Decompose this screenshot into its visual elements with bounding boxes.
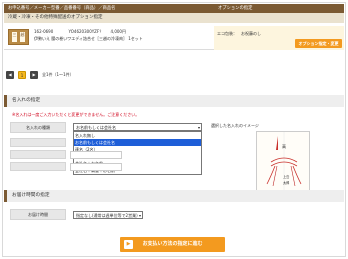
product-row: 三 越 162-0690 YO4620300YZF？ 4,000円 伊勢いえ 腰… <box>4 23 344 50</box>
product-thumbnail[interactable]: 三 越 <box>8 29 29 45</box>
option-cell: エコ包装： お祝藤のし オプション指定・変更 <box>214 26 344 50</box>
next-page-button[interactable]: ▶ <box>30 71 38 79</box>
option-change-button[interactable]: オプション指定・変更 <box>295 39 342 48</box>
product-price: 4,000円 <box>110 29 126 34</box>
arrow-right-icon: ▶ <box>124 240 133 249</box>
thumbnail-mark: 越 <box>20 32 25 42</box>
noshi-name-1: 高 <box>282 143 286 149</box>
proceed-payment-button[interactable]: ▶ お支払い方法の指定に進む <box>120 237 225 252</box>
section-bar <box>4 95 7 107</box>
dropdown-option[interactable]: お名前もしくは会社名 <box>74 139 201 146</box>
name-type-selected: お名前もしくは会社名 <box>76 125 116 130</box>
delivery-section-title: お届け時間の指定 <box>12 193 50 198</box>
thumbnail-mark: 三 <box>12 32 17 42</box>
table-header: お申込番号／メーカー型番／品番番号（商品）／商品名 オプションの指定 <box>4 4 344 13</box>
illustration-label: 選択した名入れのイメージ <box>211 123 259 128</box>
chevron-down-icon: ▾ <box>138 213 141 218</box>
option-text: エコ包装： お祝藤のし <box>217 31 261 36</box>
noshi-name-2: 上島 <box>283 174 290 179</box>
product-name: 伊勢いえ 腰の巻いワエディ詰合せ［三越の冷凍肉］ 1セット <box>34 36 143 41</box>
name-field-label-3 <box>10 162 66 171</box>
name-type-select[interactable]: お名前もしくは会社名 ▾ <box>73 123 202 131</box>
delivery-time-select[interactable]: 指定なし(通常は週単位等で2営業) ▾ <box>73 211 143 219</box>
header-col-option: オプションの指定 <box>218 6 253 11</box>
name-section-header: 名入れの指定 <box>4 95 344 107</box>
prev-page-button[interactable]: ◀ <box>6 71 14 79</box>
name-note: ※名入れは一度ご入力いただくと変更ができません。ご注意ください。 <box>12 112 140 117</box>
product-jan: YO4620300YZF？ <box>68 29 104 34</box>
noshi-preview-image: 高 上島 太郎 <box>256 131 310 193</box>
delivery-time-selected: 指定なし(通常は週単位等で2営業) <box>76 213 138 218</box>
noshi-name-3: 太郎 <box>283 180 289 185</box>
header-col-product: お申込番号／メーカー型番／品番番号（商品）／商品名 <box>8 6 116 11</box>
delivery-section-header: お届け時間の指定 <box>4 190 344 202</box>
name-type-label: 名入れの種類 <box>10 122 66 133</box>
name-field-label-2 <box>10 150 66 159</box>
proceed-payment-label: お支払い方法の指定に進む <box>142 241 203 247</box>
name-section-title: 名入れの指定 <box>12 98 41 103</box>
name-field-label-1 <box>10 138 66 147</box>
dropdown-option[interactable]: 名入れ無し <box>74 132 201 139</box>
page-1-button[interactable]: 1 <box>18 71 26 79</box>
pager-text: 全1件（1～1件） <box>42 72 74 77</box>
product-code: 162-0690 <box>34 29 54 34</box>
section-bar <box>4 190 7 202</box>
name-input-2[interactable] <box>70 151 122 159</box>
category-row: 冷蔵・冷凍・その他特殊配送のオプション指定 <box>4 13 344 23</box>
delivery-time-label: お届け時間 <box>10 209 66 220</box>
product-info: 162-0690 YO4620300YZF？ 4,000円 伊勢いえ 腰の巻いワ… <box>34 28 143 42</box>
name-input-3[interactable] <box>70 163 122 171</box>
noshi-illustration: 高 上島 太郎 <box>266 132 302 193</box>
chevron-down-icon: ▾ <box>197 125 200 130</box>
